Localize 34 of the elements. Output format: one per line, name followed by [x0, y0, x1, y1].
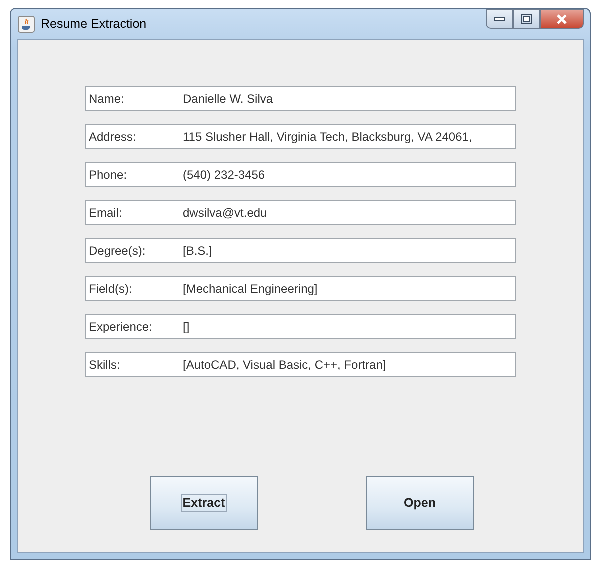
action-button[interactable]: Open: [366, 476, 474, 530]
action-button[interactable]: Extract: [150, 476, 258, 530]
field-value: Danielle W. Silva: [183, 90, 274, 108]
window-title: Resume Extraction: [41, 16, 147, 33]
text-field[interactable]: Address: 115 Slusher Hall, Virginia Tech, Blacksburg, VA 24061,: [85, 124, 516, 149]
field-label: Name:: [89, 90, 126, 108]
field-label: Degree(s):: [89, 242, 147, 260]
field-value: []: [183, 318, 190, 336]
text-field[interactable]: Phone: (540) 232-3456: [85, 162, 516, 187]
text-field[interactable]: Experience: []: [85, 314, 516, 339]
close-icon: [556, 14, 568, 24]
field-label: Phone:: [89, 166, 128, 184]
text-field[interactable]: Email: dwsilva@vt.edu: [85, 200, 516, 225]
field-value: [AutoCAD, Visual Basic, C++, Fortran]: [183, 356, 386, 374]
text-field[interactable]: Field(s): [Mechanical Engineering]: [85, 276, 516, 301]
field-label: Field(s):: [89, 280, 134, 298]
field-label: Email:: [89, 204, 124, 222]
maximize-button[interactable]: [513, 9, 540, 29]
maximize-icon: [521, 14, 532, 24]
minimize-icon: [494, 16, 505, 22]
field-value: 115 Slusher Hall, Virginia Tech, Blacksburg, VA 24061,: [183, 128, 472, 146]
text-field[interactable]: Degree(s): [B.S.]: [85, 238, 516, 263]
field-label: Address:: [89, 128, 138, 146]
text-field[interactable]: Name: Danielle W. Silva: [85, 86, 516, 111]
field-value: [B.S.]: [183, 242, 212, 260]
close-button[interactable]: [540, 9, 584, 29]
field-value: dwsilva@vt.edu: [183, 204, 268, 222]
field-label: Skills:: [89, 356, 122, 374]
minimize-button[interactable]: [486, 9, 513, 29]
text-field[interactable]: Skills: [AutoCAD, Visual Basic, C++, Fortran]: [85, 352, 516, 377]
java-app-icon: [18, 16, 35, 32]
field-value: (540) 232-3456: [183, 166, 266, 184]
field-value: [Mechanical Engineering]: [183, 280, 318, 298]
field-label: Experience:: [89, 318, 154, 336]
